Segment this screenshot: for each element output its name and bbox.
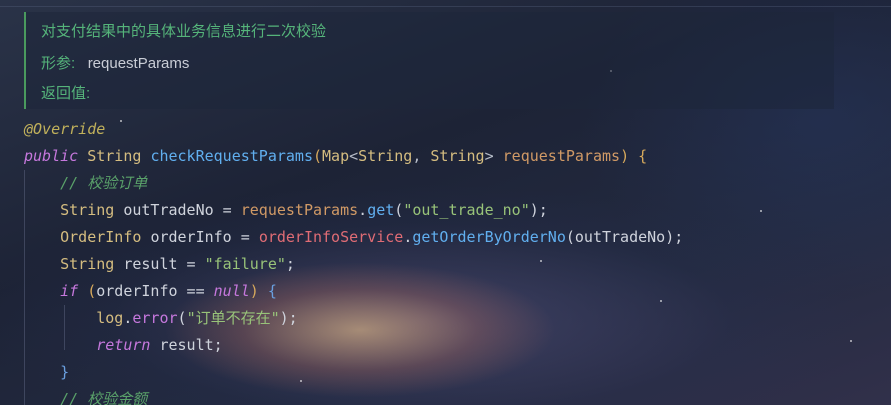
background-star	[760, 210, 762, 212]
comment: // 校验金额	[60, 390, 148, 405]
brace: {	[267, 282, 277, 300]
code-line-5[interactable]: OrderInfo orderInfo = orderInfoService.g…	[24, 224, 683, 251]
paren: (	[565, 228, 575, 246]
type-name: String	[358, 147, 413, 165]
method-call: getOrderByOrderNo	[412, 228, 566, 246]
operator: =	[213, 201, 241, 219]
doc-param-line: 形参: requestParams	[41, 52, 189, 73]
code-line-6[interactable]: String result = "failure";	[24, 251, 295, 278]
condition: orderInfo ==	[96, 282, 214, 300]
variable: result	[123, 255, 178, 273]
paren: )	[249, 282, 259, 300]
comment: // 校验订单	[60, 174, 148, 192]
divider	[0, 6, 891, 7]
return-value: result;	[150, 336, 223, 354]
code-line-9[interactable]: return result;	[24, 332, 223, 359]
parameter-ref: requestParams	[240, 201, 359, 219]
doc-param-value: requestParams	[87, 55, 190, 72]
code-line-3[interactable]: // 校验订单	[24, 170, 147, 197]
angle-bracket: >	[484, 147, 494, 165]
paren: (	[313, 147, 323, 165]
method-name: checkRequestParams	[150, 147, 313, 165]
paren: );	[279, 309, 298, 327]
doc-return-label: 返回值:	[41, 85, 91, 102]
paren: (	[87, 282, 97, 300]
background-star	[850, 340, 852, 342]
paren: (	[394, 201, 404, 219]
method-call: error	[132, 309, 178, 327]
paren: );	[529, 201, 548, 219]
variable: outTradeNo	[123, 201, 214, 219]
keyword: if	[60, 282, 79, 300]
code-line-11[interactable]: // 校验金额	[24, 386, 147, 405]
type-name: Map	[322, 147, 350, 165]
argument: outTradeNo	[574, 228, 666, 246]
string-literal: "订单不存在"	[186, 309, 280, 327]
type-name: String	[60, 201, 115, 219]
brace: }	[60, 363, 70, 381]
code-line-1[interactable]: @Override	[24, 116, 105, 143]
code-line-8[interactable]: log.error("订单不存在");	[24, 305, 298, 332]
type-name: String	[87, 147, 142, 165]
keyword: null	[213, 282, 250, 300]
paren: )	[620, 147, 630, 165]
string-literal: "out_trade_no"	[403, 201, 530, 219]
background-star	[660, 300, 662, 302]
comma: ,	[412, 147, 431, 165]
dot: .	[403, 228, 413, 246]
field-ref: orderInfoService	[258, 228, 404, 246]
doc-comment-block: 对支付结果中的具体业务信息进行二次校验 形参: requestParams 返回…	[24, 12, 834, 109]
type-name: OrderInfo	[60, 228, 142, 246]
paren: (	[177, 309, 187, 327]
doc-summary: 对支付结果中的具体业务信息进行二次校验	[41, 23, 327, 40]
semicolon: ;	[285, 255, 295, 273]
type-name: String	[430, 147, 485, 165]
background-star	[540, 260, 542, 262]
parameter-name: requestParams	[502, 147, 621, 165]
keyword: public	[24, 147, 79, 165]
type-name: String	[60, 255, 115, 273]
dot: .	[358, 201, 368, 219]
code-line-4[interactable]: String outTradeNo = requestParams.get("o…	[24, 197, 548, 224]
field-ref: log	[96, 309, 124, 327]
code-editor[interactable]: 对支付结果中的具体业务信息进行二次校验 形参: requestParams 返回…	[0, 0, 891, 405]
background-star	[120, 120, 122, 122]
method-call: get	[367, 201, 395, 219]
paren: );	[665, 228, 684, 246]
angle-bracket: <	[349, 147, 359, 165]
operator: =	[231, 228, 259, 246]
code-line-7[interactable]: if (orderInfo == null) {	[24, 278, 277, 305]
string-literal: "failure"	[204, 255, 286, 273]
code-line-2[interactable]: public String checkRequestParams(Map<Str…	[24, 143, 647, 170]
background-star	[300, 380, 302, 382]
annotation: @Override	[24, 120, 106, 138]
brace: {	[638, 147, 648, 165]
code-line-10[interactable]: }	[24, 359, 69, 386]
operator: =	[177, 255, 205, 273]
doc-param-label: 形参:	[41, 55, 76, 72]
variable: orderInfo	[150, 228, 232, 246]
keyword: return	[96, 336, 151, 354]
